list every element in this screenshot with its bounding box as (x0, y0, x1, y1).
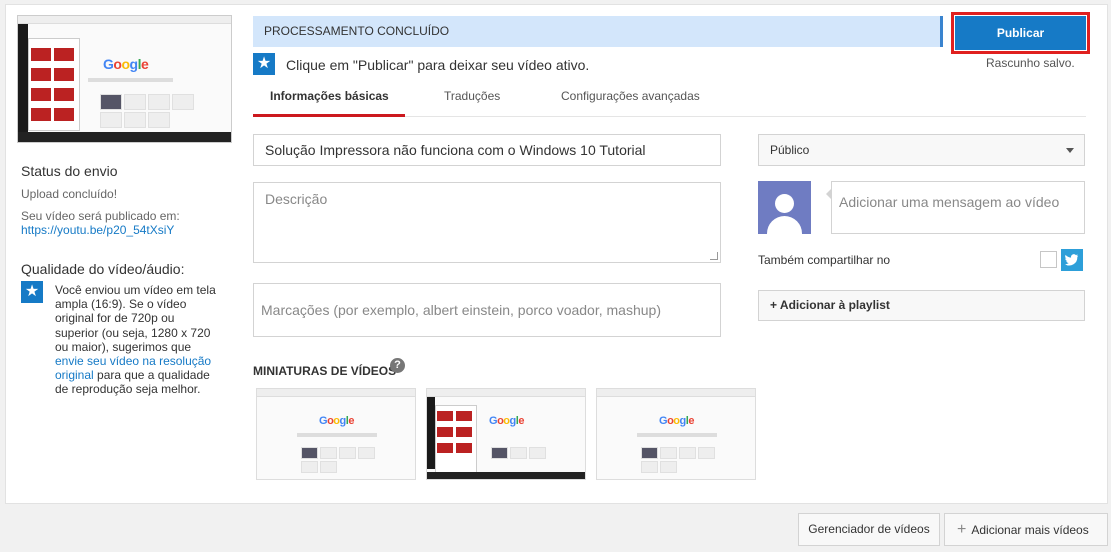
thumbnails-title: MINIATURAS DE VÍDEOS (253, 364, 397, 378)
upload-done-text: Upload concluído! (21, 187, 118, 201)
publish-button[interactable]: Publicar (955, 16, 1086, 50)
question-circle-icon[interactable]: ? (390, 358, 405, 373)
tags-input[interactable]: Marcações (por exemplo, albert einstein,… (253, 283, 721, 337)
privacy-select-value: Público (770, 143, 810, 157)
resize-handle[interactable] (710, 252, 718, 260)
thumbnail-option[interactable]: Google (426, 388, 586, 480)
thumbnail-option[interactable]: Google (256, 388, 416, 480)
video-url-link[interactable]: https://youtu.be/p20_54tXsiY (21, 223, 174, 237)
video-manager-button[interactable]: Gerenciador de vídeos (798, 513, 940, 546)
star-badge-icon: ★ (21, 281, 43, 303)
draft-saved-text: Rascunho salvo. (986, 56, 1075, 70)
tab-translations[interactable]: Traduções (444, 89, 500, 103)
tab-basic-info[interactable]: Informações básicas (270, 89, 389, 103)
add-more-videos-label: Adicionar mais vídeos (971, 523, 1089, 537)
star-badge-icon: ★ (253, 53, 275, 75)
video-preview-thumbnail[interactable]: Google (17, 15, 232, 143)
avatar (758, 181, 811, 234)
publish-hint: Clique em "Publicar" para deixar seu víd… (286, 57, 590, 73)
google-logo: Google (659, 415, 694, 427)
tab-advanced-settings[interactable]: Configurações avançadas (561, 89, 700, 103)
quality-title: Qualidade do vídeo/áudio: (21, 261, 185, 277)
description-input[interactable]: Descrição (253, 182, 721, 263)
share-twitter-checkbox[interactable] (1040, 251, 1057, 268)
plus-icon: + (957, 521, 967, 538)
google-logo: Google (103, 56, 149, 72)
quality-message-text: Você enviou um vídeo em tela ampla (16:9… (55, 283, 216, 354)
thumbnail-option[interactable]: Google (596, 388, 756, 480)
share-label: Também compartilhar no (758, 253, 891, 267)
google-logo: Google (319, 415, 354, 427)
publish-note: Seu vídeo será publicado em: (21, 209, 180, 223)
privacy-select[interactable]: Público (758, 134, 1085, 166)
google-logo: Google (489, 415, 524, 427)
quality-message: Você enviou um vídeo em tela ampla (16:9… (55, 283, 220, 397)
title-input[interactable]: Solução Impressora não funciona com o Wi… (253, 134, 721, 166)
message-input[interactable]: Adicionar uma mensagem ao vídeo (831, 181, 1085, 234)
upload-status-title: Status do envio (21, 163, 118, 179)
chevron-down-icon (1066, 148, 1074, 153)
processing-status-bar: PROCESSAMENTO CONCLUÍDO (253, 16, 943, 47)
twitter-icon[interactable] (1061, 249, 1083, 271)
preview-screenshot: Google (18, 16, 231, 142)
add-more-videos-button[interactable]: + Adicionar mais vídeos (944, 513, 1108, 546)
add-to-playlist-button[interactable]: + Adicionar à playlist (758, 290, 1085, 321)
active-tab-indicator (253, 114, 405, 117)
